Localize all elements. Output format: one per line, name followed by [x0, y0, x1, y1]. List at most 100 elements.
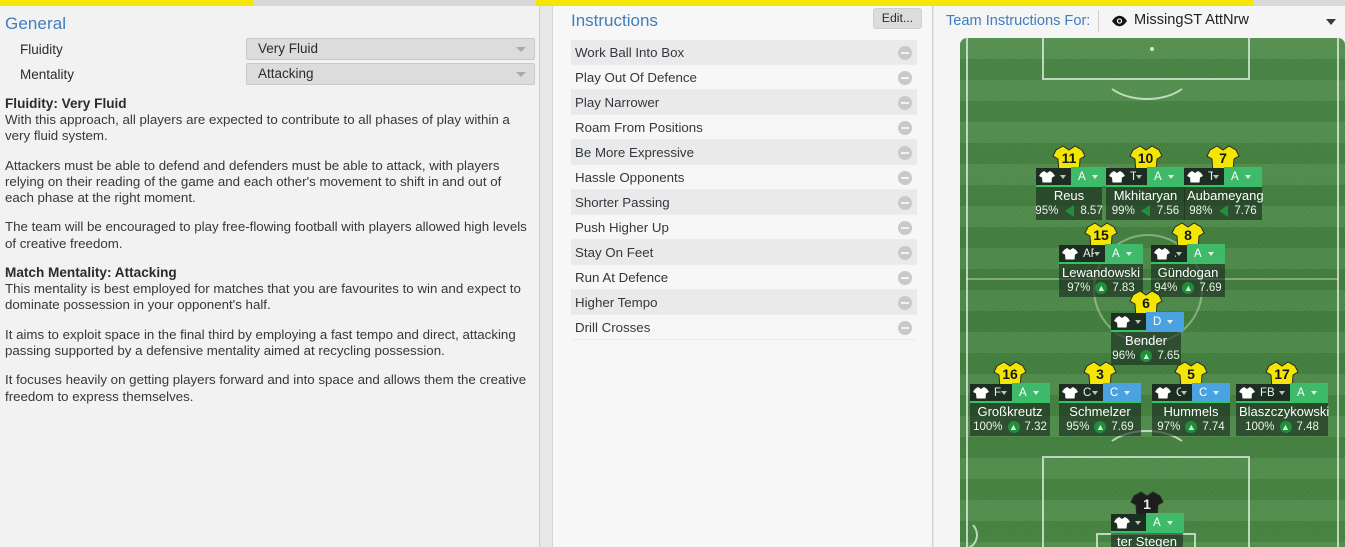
chevron-down-icon[interactable]: [1124, 390, 1131, 395]
player-name: Reus: [1036, 187, 1102, 204]
instruction-row[interactable]: Roam From Positions: [571, 115, 917, 140]
player-role-bar[interactable]: FB A: [1236, 383, 1328, 403]
chevron-down-icon[interactable]: [1060, 174, 1066, 179]
player-duty[interactable]: A: [1146, 513, 1184, 532]
remove-instruction-icon[interactable]: [898, 146, 912, 160]
remove-instruction-icon[interactable]: [898, 321, 912, 335]
player-card-terstegen[interactable]: 1SKAter Stegen: [1111, 491, 1184, 547]
player-card-schmelzer[interactable]: 3 CD C Schmelzer95% ▲ 7.69: [1059, 361, 1141, 436]
player-role: T: [1208, 170, 1213, 183]
chevron-down-icon[interactable]: [1125, 251, 1132, 256]
chevron-down-icon[interactable]: [1135, 319, 1141, 324]
instruction-row[interactable]: Shorter Passing: [571, 190, 917, 215]
remove-instruction-icon[interactable]: [898, 196, 912, 210]
instruction-label: Run At Defence: [575, 270, 669, 285]
player-duty[interactable]: A: [1147, 167, 1185, 186]
morale-icon: [1217, 205, 1229, 217]
remove-instruction-icon[interactable]: [898, 296, 912, 310]
instruction-row[interactable]: Drill Crosses: [571, 315, 917, 340]
chevron-down-icon[interactable]: [1310, 390, 1317, 395]
instruction-row[interactable]: Higher Tempo: [571, 290, 917, 315]
remove-instruction-icon[interactable]: [898, 221, 912, 235]
chevron-down-icon[interactable]: [1091, 174, 1098, 179]
general-panel: General Fluidity Very Fluid Mentality At…: [0, 6, 540, 547]
chevron-down-icon[interactable]: [1213, 174, 1219, 179]
player-name: Blaszczykowski: [1236, 403, 1329, 420]
player-duty[interactable]: A: [1071, 167, 1109, 186]
player-card-bender[interactable]: 6ADBender96%▲7.65: [1111, 290, 1184, 365]
remove-instruction-icon[interactable]: [898, 121, 912, 135]
remove-instruction-icon[interactable]: [898, 271, 912, 285]
player-duty[interactable]: D: [1146, 312, 1184, 331]
jersey-icon: [1062, 248, 1078, 260]
edit-button[interactable]: Edit...: [873, 8, 922, 29]
instruction-row[interactable]: Stay On Feet: [571, 240, 917, 265]
remove-instruction-icon[interactable]: [898, 246, 912, 260]
player-rating: 7.48: [1296, 421, 1319, 433]
chevron-down-icon[interactable]: [1176, 251, 1182, 256]
chevron-down-icon[interactable]: [1094, 251, 1100, 256]
chevron-down-icon[interactable]: [1135, 520, 1141, 525]
player-card-mkhitaryan[interactable]: 10 T A Mkhitaryan 99% 7.56: [1106, 145, 1185, 220]
remove-instruction-icon[interactable]: [898, 46, 912, 60]
shirt-number: 16: [1002, 366, 1018, 382]
instruction-label: Push Higher Up: [575, 220, 669, 235]
remove-instruction-icon[interactable]: [898, 171, 912, 185]
player-role-bar[interactable]: CD C: [1059, 383, 1141, 403]
player-card-hummels[interactable]: 5 CD C Hummels97% ▲ 7.74: [1152, 361, 1230, 436]
instruction-row[interactable]: Be More Expressive: [571, 140, 917, 165]
player-role-bar[interactable]: AD: [1111, 312, 1184, 332]
morale-icon: ▲: [1007, 421, 1020, 433]
chevron-down-icon[interactable]: [1326, 19, 1336, 25]
fluidity-para-1: With this approach, all players are expe…: [5, 112, 510, 144]
chevron-down-icon[interactable]: [1213, 390, 1220, 395]
player-role-bar[interactable]: TA: [1184, 167, 1262, 187]
player-card-grosskreutz[interactable]: 16FB A Großkreutz100% ▲ 7.32: [970, 361, 1050, 436]
chevron-down-icon[interactable]: [1279, 390, 1285, 395]
shirt-number: 5: [1187, 366, 1195, 382]
player-stats: 98% 7.76: [1184, 204, 1262, 220]
player-role-bar[interactable]: FB A: [970, 383, 1050, 403]
instruction-row[interactable]: Play Narrower: [571, 90, 917, 115]
player-role-bar[interactable]: APA: [1059, 244, 1143, 264]
chevron-down-icon[interactable]: [1166, 520, 1173, 525]
player-role-bar[interactable]: TA: [1106, 167, 1185, 187]
player-duty-label: C: [1110, 386, 1119, 399]
chevron-down-icon[interactable]: [1092, 390, 1098, 395]
player-rating: 7.74: [1202, 421, 1225, 433]
player-duty[interactable]: A: [1187, 244, 1225, 263]
player-duty[interactable]: C: [1192, 383, 1230, 402]
player-role-bar[interactable]: CD C: [1152, 383, 1230, 403]
player-duty[interactable]: A: [1290, 383, 1328, 402]
chevron-down-icon[interactable]: [1167, 319, 1174, 324]
player-role-bar[interactable]: TA: [1036, 167, 1109, 187]
player-name: Gündogan: [1151, 264, 1225, 281]
player-rating: 7.69: [1111, 421, 1134, 433]
player-duty[interactable]: A: [1012, 383, 1050, 402]
chevron-down-icon[interactable]: [1244, 174, 1251, 179]
chevron-down-icon[interactable]: [1181, 390, 1187, 395]
instruction-row[interactable]: Push Higher Up: [571, 215, 917, 240]
player-duty[interactable]: A: [1105, 244, 1143, 263]
jersey-icon: [1039, 171, 1055, 183]
remove-instruction-icon[interactable]: [898, 71, 912, 85]
chevron-down-icon[interactable]: [1207, 251, 1214, 256]
chevron-down-icon[interactable]: [1136, 174, 1142, 179]
instruction-row[interactable]: Work Ball Into Box: [571, 40, 917, 65]
player-card-reus[interactable]: 11TAReus95% 8.57: [1035, 145, 1109, 220]
fluidity-select[interactable]: Very Fluid: [246, 38, 535, 60]
player-card-aubameyang[interactable]: 7 T A Aubameyang 98% 7.76: [1184, 145, 1264, 220]
player-role-bar[interactable]: APA: [1151, 244, 1225, 264]
player-role-bar[interactable]: SKA: [1111, 513, 1184, 533]
chevron-down-icon[interactable]: [1167, 174, 1174, 179]
instruction-row[interactable]: Play Out Of Defence: [571, 65, 917, 90]
player-duty[interactable]: C: [1103, 383, 1141, 402]
mentality-select[interactable]: Attacking: [246, 63, 535, 85]
remove-instruction-icon[interactable]: [898, 96, 912, 110]
instruction-row[interactable]: Hassle Opponents: [571, 165, 917, 190]
player-card-blaszczykowski[interactable]: 17 FB A Blaszczykowski 100% ▲ 7.48: [1236, 361, 1329, 436]
chevron-down-icon[interactable]: [1001, 390, 1007, 395]
chevron-down-icon[interactable]: [1032, 390, 1039, 395]
instruction-row[interactable]: Run At Defence: [571, 265, 917, 290]
player-duty[interactable]: A: [1224, 167, 1262, 186]
